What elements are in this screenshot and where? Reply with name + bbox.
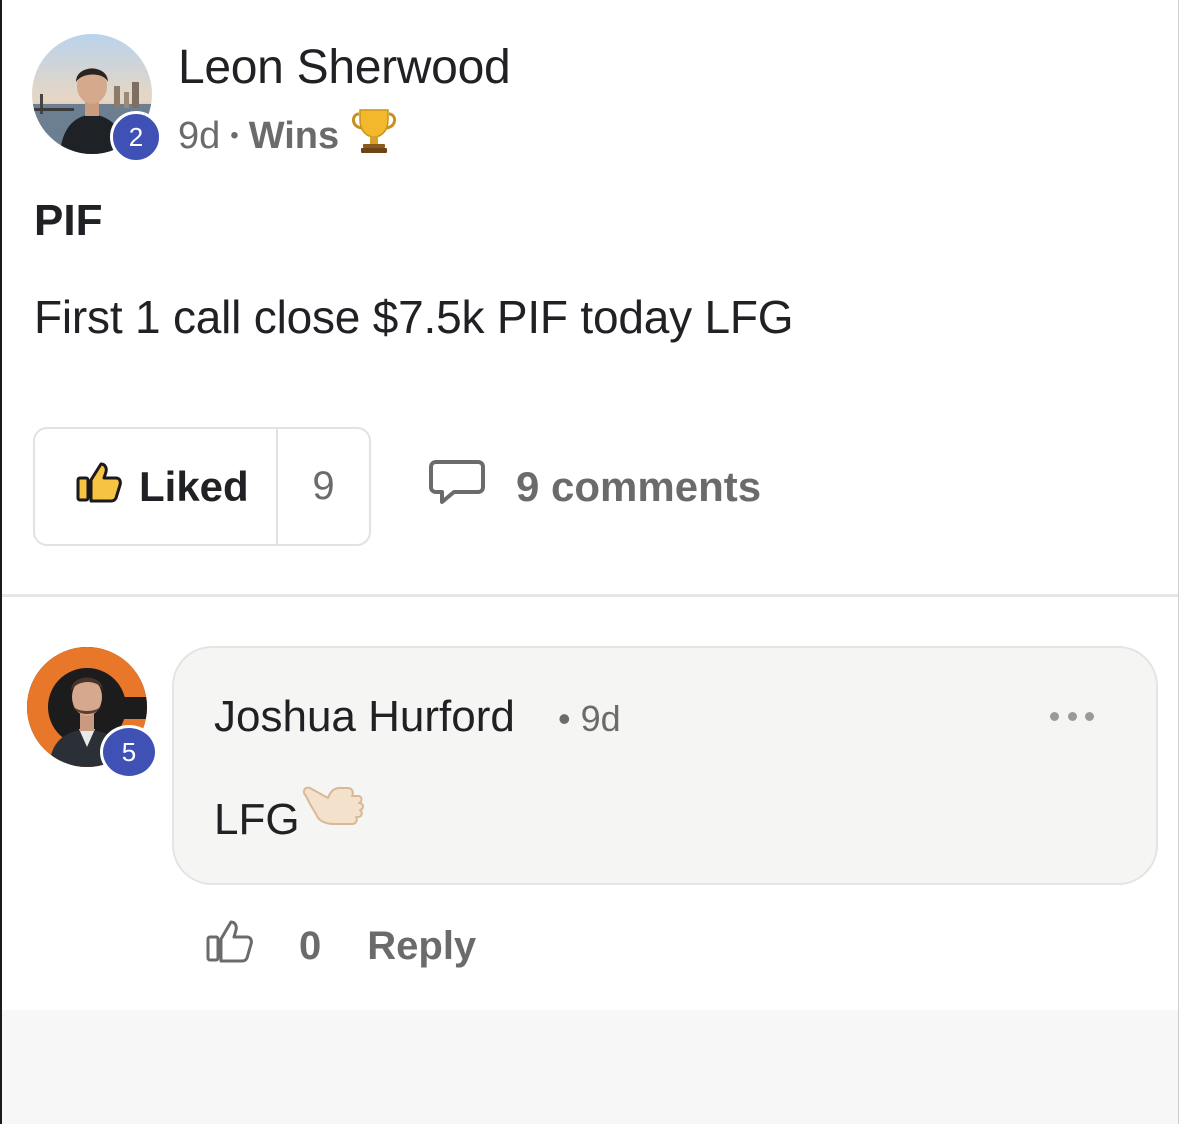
comment-time: • 9d — [558, 698, 621, 739]
like-control: Liked 9 — [33, 427, 371, 546]
comment-bubble: Joshua Hurford • 9d LFG — [172, 646, 1158, 885]
post-category[interactable]: Wins — [249, 115, 339, 158]
call-me-hand-icon — [300, 774, 366, 845]
more-options-icon[interactable] — [1050, 706, 1094, 726]
post-age: 9d — [178, 114, 221, 157]
meta-separator: • — [230, 122, 239, 149]
bottom-area — [2, 1010, 1178, 1124]
thumbs-up-outline-icon[interactable] — [205, 918, 255, 974]
comment-text: LFG — [214, 774, 366, 845]
comment-like-count[interactable]: 0 — [299, 924, 321, 969]
commenter-level-number: 5 — [121, 736, 137, 767]
like-count[interactable]: 9 — [278, 429, 369, 544]
comment-bubble-icon — [428, 459, 486, 515]
comments-link[interactable]: 9 comments — [428, 458, 761, 516]
commenter-level-badge: 5 — [100, 725, 158, 779]
author-level-number: 2 — [128, 121, 144, 152]
comment-actions: 0 Reply — [205, 916, 476, 976]
post-card: 2 Leon Sherwood 9d • Wins PIF First 1 ca… — [0, 0, 1179, 1124]
trophy-icon — [349, 106, 399, 166]
thumbs-up-filled-icon — [75, 460, 123, 514]
post-title: PIF — [34, 196, 103, 245]
comments-label: 9 comments — [516, 463, 762, 510]
commenter-name[interactable]: Joshua Hurford — [214, 692, 515, 742]
author-level-badge: 2 — [110, 111, 162, 163]
like-button[interactable]: Liked — [35, 429, 278, 544]
section-divider — [2, 594, 1178, 597]
reply-button[interactable]: Reply — [367, 924, 476, 969]
like-label: Liked — [139, 462, 249, 510]
post-meta: 9d • Wins — [178, 109, 399, 162]
comment-text-value: LFG — [214, 795, 300, 844]
author-name[interactable]: Leon Sherwood — [178, 40, 511, 95]
post-body: First 1 call close $7.5k PIF today LFG — [34, 291, 794, 343]
